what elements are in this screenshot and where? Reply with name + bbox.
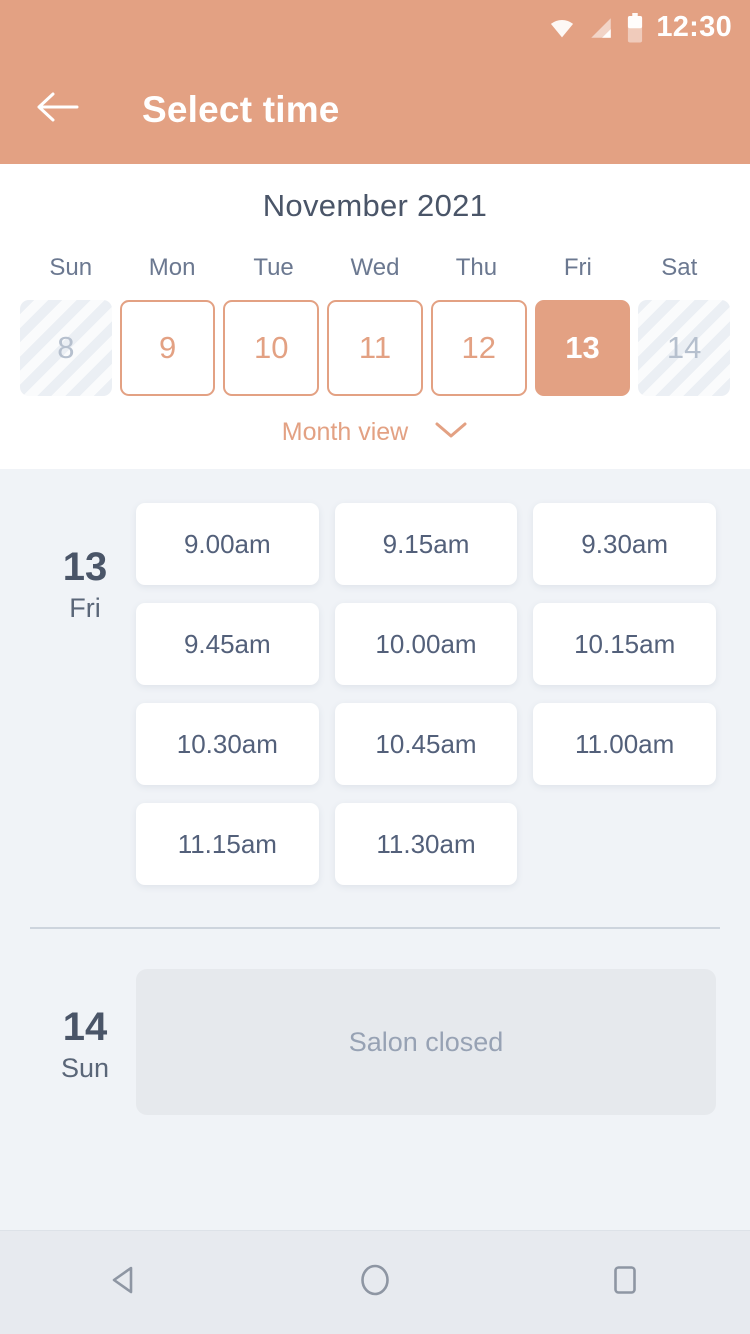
wifi-icon xyxy=(548,14,576,42)
cellular-signal-icon xyxy=(588,15,614,41)
calendar-panel: November 2021 Sun Mon Tue Wed Thu Fri Sa… xyxy=(0,164,750,469)
day-label-13: 13 Fri xyxy=(34,503,136,885)
time-slot[interactable]: 10.15am xyxy=(533,603,716,685)
schedule-content: 13 Fri 9.00am 9.15am 9.30am 9.45am 10.00… xyxy=(0,469,750,1230)
time-slot[interactable]: 9.45am xyxy=(136,603,319,685)
date-cell-11[interactable]: 11 xyxy=(327,300,423,396)
status-bar: 12:30 xyxy=(0,0,750,55)
weekday-label-fri: Fri xyxy=(563,254,592,281)
back-triangle-icon xyxy=(105,1260,145,1305)
date-cell-9[interactable]: 9 xyxy=(119,300,216,396)
time-slot[interactable]: 11.30am xyxy=(334,803,518,885)
android-nav-bar xyxy=(0,1230,750,1334)
day-label-14: 14 Sun xyxy=(34,969,136,1115)
nav-recents-button[interactable] xyxy=(565,1231,685,1334)
time-slot[interactable]: 11.00am xyxy=(533,703,716,785)
app-root: 12:30 Select time November 2021 Sun Mon … xyxy=(0,0,750,1334)
date-cell-12[interactable]: 12 xyxy=(430,300,527,396)
day-weekday: Fri xyxy=(69,593,101,623)
weekday-header-row: Sun Mon Tue Wed Thu Fri Sat xyxy=(0,254,750,282)
time-slot[interactable]: 10.45am xyxy=(334,703,518,785)
salon-closed-card: Salon closed xyxy=(136,969,716,1115)
battery-icon xyxy=(626,12,644,43)
nav-home-button[interactable] xyxy=(315,1231,435,1334)
nav-back-button[interactable] xyxy=(65,1231,185,1334)
weekday-label-sat: Sat xyxy=(661,254,698,281)
day-block-13: 13 Fri 9.00am 9.15am 9.30am 9.45am 10.00… xyxy=(0,469,750,885)
back-button[interactable] xyxy=(34,86,82,134)
day-number: 13 xyxy=(62,545,108,589)
date-cell-10[interactable]: 10 xyxy=(223,300,320,396)
day-block-14: 14 Sun Salon closed xyxy=(0,929,750,1115)
time-slot[interactable]: 9.15am xyxy=(334,503,518,585)
page-title: Select time xyxy=(142,88,340,130)
day-number: 14 xyxy=(62,1005,108,1049)
time-slot[interactable]: 9.00am xyxy=(136,503,319,585)
month-view-toggle[interactable]: Month view xyxy=(0,418,750,447)
app-bar: Select time xyxy=(0,55,750,164)
time-slot[interactable]: 10.00am xyxy=(334,603,518,685)
recents-square-icon xyxy=(605,1260,645,1305)
home-circle-icon xyxy=(355,1260,395,1305)
back-arrow-icon xyxy=(36,90,80,129)
date-cell-13[interactable]: 13 xyxy=(534,300,631,396)
calendar-month-title: November 2021 xyxy=(262,188,488,223)
time-slot-grid: 9.00am 9.15am 9.30am 9.45am 10.00am 10.1… xyxy=(136,503,716,885)
chevron-down-icon xyxy=(434,420,468,445)
weekday-label-tue: Tue xyxy=(253,254,294,281)
time-slot[interactable]: 9.30am xyxy=(533,503,716,585)
date-cell-8: 8 xyxy=(20,300,112,396)
weekday-label-thu: Thu xyxy=(455,254,498,281)
month-view-label: Month view xyxy=(281,418,409,446)
time-slot[interactable]: 10.30am xyxy=(136,703,319,785)
day-weekday: Sun xyxy=(60,1053,110,1083)
date-cell-14: 14 xyxy=(638,300,731,396)
status-bar-clock: 12:30 xyxy=(656,11,732,43)
weekday-label-sun: Sun xyxy=(49,254,93,281)
weekday-label-wed: Wed xyxy=(350,254,400,281)
time-slot[interactable]: 11.15am xyxy=(136,803,319,885)
date-row: 8 9 10 11 12 13 14 xyxy=(0,300,750,396)
weekday-label-mon: Mon xyxy=(148,254,196,281)
